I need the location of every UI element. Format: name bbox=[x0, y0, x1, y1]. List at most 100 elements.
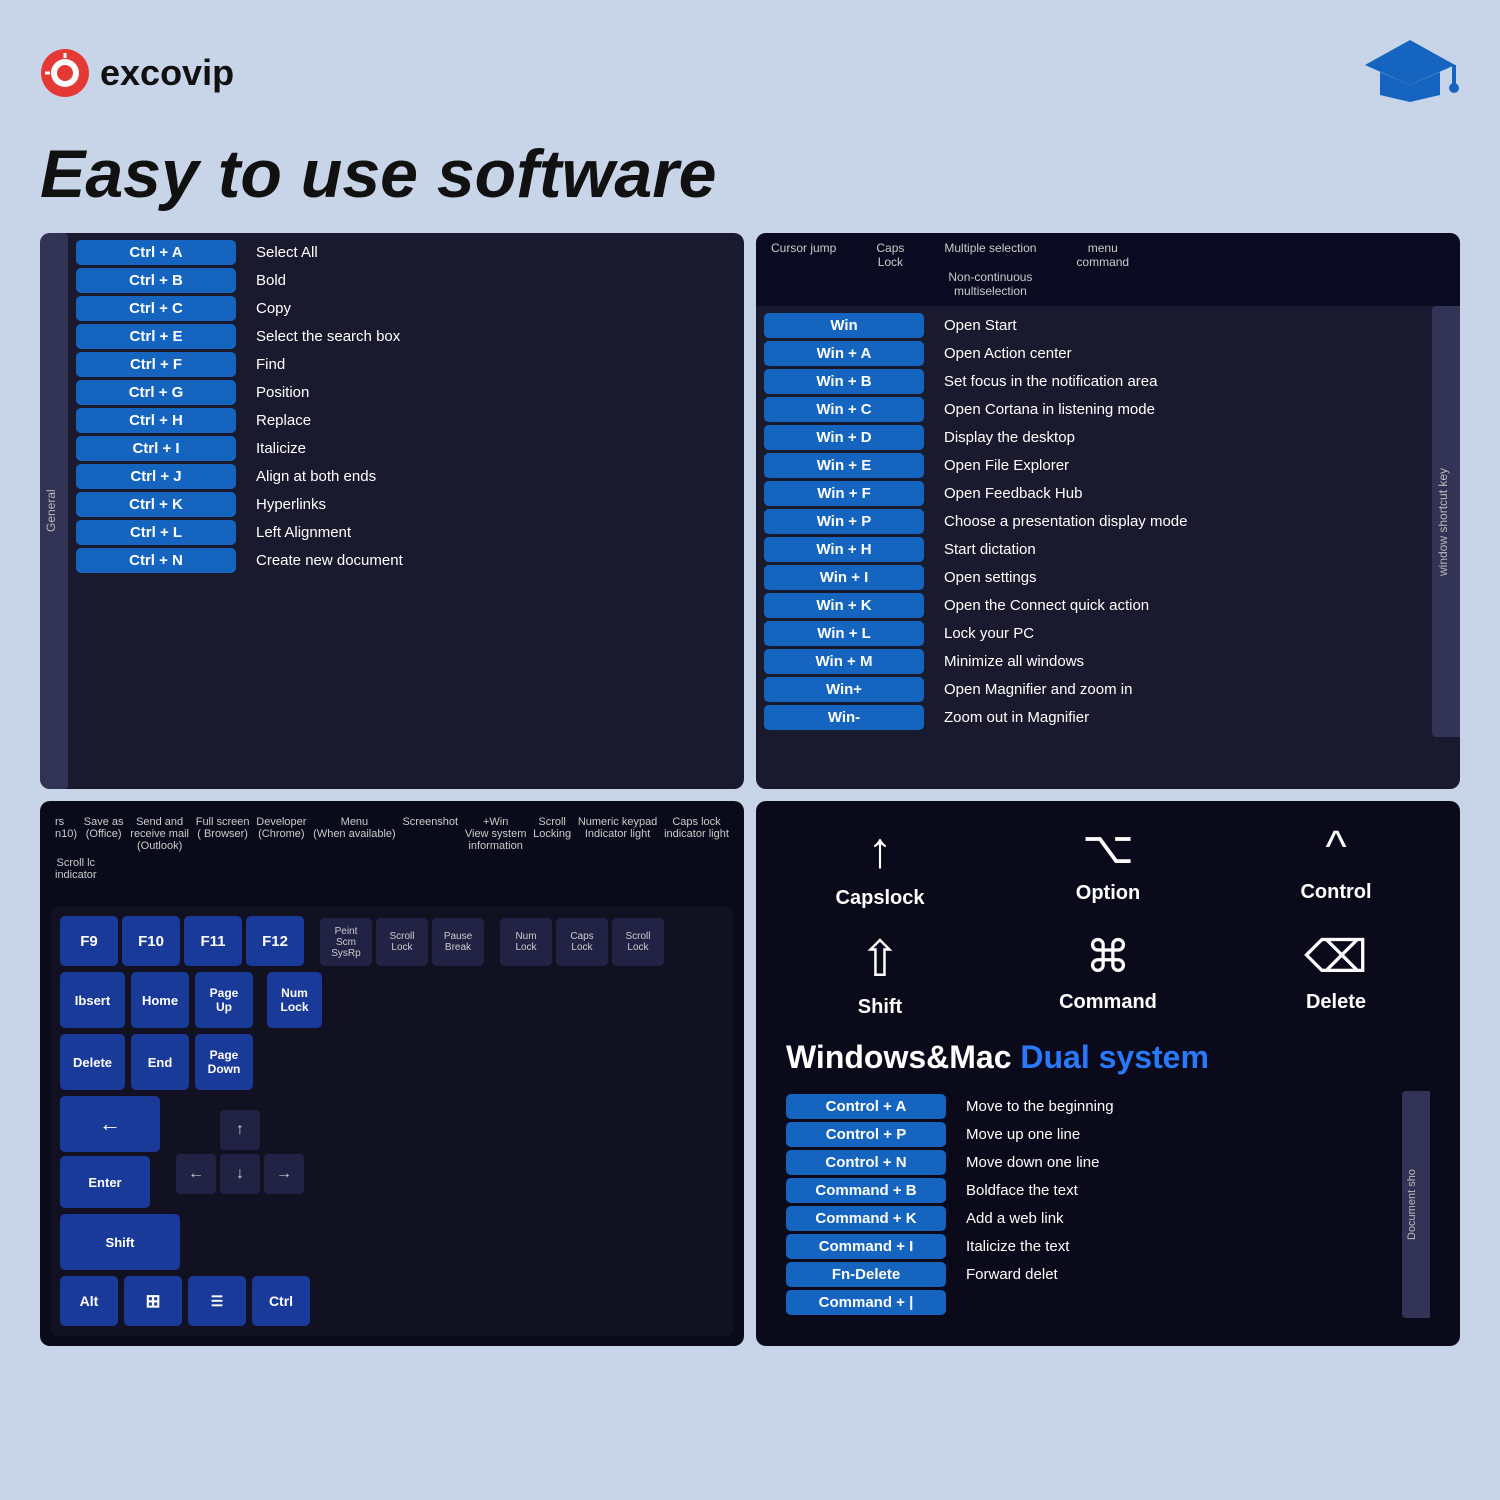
bottom-row: Shift bbox=[60, 1214, 724, 1270]
doc-shortcuts-inner: Control + AMove to the beginning Control… bbox=[786, 1091, 1430, 1318]
key-scroll-lock-kb[interactable]: ScrollLock bbox=[612, 918, 664, 966]
key-pause-break[interactable]: PauseBreak bbox=[432, 918, 484, 966]
win-section-label: window shortcut key bbox=[1432, 306, 1460, 737]
logo-text: excovip bbox=[100, 52, 234, 94]
mac-keys-grid: ↑ Capslock ⌥ Option ^ Control ⇧ Shift ⌘ bbox=[786, 821, 1430, 1019]
key-delete[interactable]: Delete bbox=[60, 1034, 125, 1090]
excovip-logo-icon bbox=[40, 48, 90, 98]
key-pnt-scm-sysrp[interactable]: PeintScmSysRp bbox=[320, 918, 372, 966]
key-enter[interactable]: Enter bbox=[60, 1156, 150, 1208]
header: excovip bbox=[20, 20, 1480, 125]
win-info-bar: Cursor jump Caps Lock Multiple selection… bbox=[756, 233, 1460, 306]
key-f9[interactable]: F9 bbox=[60, 916, 118, 966]
shortcut-command-i: Command + IItalicize the text bbox=[786, 1234, 1402, 1259]
key-shift[interactable]: Shift bbox=[60, 1214, 180, 1270]
key-page-down[interactable]: PageDown bbox=[195, 1034, 253, 1090]
label-numpad-indicator: Numeric keypadIndicator light bbox=[578, 816, 657, 852]
general-rows: Ctrl + ASelect All Ctrl + BBold Ctrl + C… bbox=[68, 233, 744, 789]
shortcut-ctrl-h: Ctrl + HReplace bbox=[76, 408, 736, 433]
shortcut-win-h: Win + HStart dictation bbox=[764, 537, 1424, 562]
key-home[interactable]: Home bbox=[131, 972, 189, 1028]
shift-label: Shift bbox=[858, 996, 902, 1019]
label-win-info: +WinView systeminformation bbox=[465, 816, 527, 852]
nav-row-1: Ibsert Home PageUp NumLock bbox=[60, 972, 724, 1028]
label-caps-indicator: Caps lockindicator light bbox=[664, 816, 729, 852]
mac-delete-item: ⌫ Delete bbox=[1242, 930, 1430, 1019]
arrow-nav-row: ← Enter ↑ ← ↓ → bbox=[60, 1096, 724, 1208]
mac-command-item: ⌘ Command bbox=[1014, 930, 1202, 1019]
shortcut-win-e: Win + EOpen File Explorer bbox=[764, 453, 1424, 478]
capslock-label: Capslock bbox=[836, 887, 925, 910]
shortcut-win-k: Win + KOpen the Connect quick action bbox=[764, 593, 1424, 618]
shortcut-win-l: Win + LLock your PC bbox=[764, 621, 1424, 646]
fkey-group: F9 F10 F11 F12 bbox=[60, 916, 304, 966]
main-title: Easy to use software bbox=[40, 135, 1460, 213]
key-win-bottom[interactable]: ⊞ bbox=[124, 1276, 182, 1326]
key-f10[interactable]: F10 bbox=[122, 916, 180, 966]
shortcut-ctrl-j: Ctrl + JAlign at both ends bbox=[76, 464, 736, 489]
shortcut-win-i: Win + IOpen settings bbox=[764, 565, 1424, 590]
label-menu: Menu(When available) bbox=[313, 816, 396, 852]
key-down[interactable]: ↓ bbox=[220, 1154, 260, 1194]
keyboard-panel: rs n10) Save as(Office) Send andreceive … bbox=[40, 801, 744, 1346]
shortcut-control-a: Control + AMove to the beginning bbox=[786, 1094, 1402, 1119]
shortcut-win-p: Win + PChoose a presentation display mod… bbox=[764, 509, 1424, 534]
key-num-lock[interactable]: NumLock bbox=[500, 918, 552, 966]
shortcut-command-pipe: Command + | bbox=[786, 1290, 1402, 1315]
general-system-panel: General Ctrl + ASelect All Ctrl + BBold … bbox=[40, 233, 744, 789]
shortcut-ctrl-k: Ctrl + KHyperlinks bbox=[76, 492, 736, 517]
keyboard-visual: F9 F10 F11 F12 PeintScmSysRp ScrollLock … bbox=[50, 906, 734, 1336]
delete-label: Delete bbox=[1306, 991, 1366, 1014]
doc-section-label: Document sho bbox=[1402, 1091, 1430, 1318]
key-up[interactable]: ↑ bbox=[220, 1110, 260, 1150]
shortcut-command-b: Command + BBoldface the text bbox=[786, 1178, 1402, 1203]
key-ctrl-bottom[interactable]: Ctrl bbox=[252, 1276, 310, 1326]
shortcut-ctrl-f: Ctrl + FFind bbox=[76, 352, 736, 377]
bottom-modifier-row: Alt ⊞ ☰ Ctrl bbox=[60, 1276, 724, 1326]
command-symbol: ⌘ bbox=[1086, 930, 1131, 983]
shortcut-win-minus: Win-Zoom out in Magnifier bbox=[764, 705, 1424, 730]
win-shortcuts-rows: WinOpen Start Win + AOpen Action center … bbox=[756, 306, 1432, 737]
shortcut-ctrl-b: Ctrl + BBold bbox=[76, 268, 736, 293]
key-alt[interactable]: Alt bbox=[60, 1276, 118, 1326]
label-scroll-indicator: Scroll lcindicator bbox=[55, 857, 97, 881]
key-ibsert[interactable]: Ibsert bbox=[60, 972, 125, 1028]
shortcut-win-d: Win + DDisplay the desktop bbox=[764, 425, 1424, 450]
nav-row-2: Delete End PageDown bbox=[60, 1034, 724, 1090]
key-f11[interactable]: F11 bbox=[184, 916, 242, 966]
general-label: General bbox=[40, 233, 68, 789]
key-caps-lock-kb[interactable]: CapsLock bbox=[556, 918, 608, 966]
option-label: Option bbox=[1076, 882, 1140, 905]
label-scroll-lock: ScrollLocking bbox=[533, 816, 571, 852]
control-symbol: ^ bbox=[1325, 821, 1346, 873]
shortcut-ctrl-l: Ctrl + LLeft Alignment bbox=[76, 520, 736, 545]
key-end[interactable]: End bbox=[131, 1034, 189, 1090]
shortcut-ctrl-c: Ctrl + CCopy bbox=[76, 296, 736, 321]
menu-command-group: menu command bbox=[1076, 241, 1129, 298]
key-menu-bottom[interactable]: ☰ bbox=[188, 1276, 246, 1326]
doc-table-area: Control + AMove to the beginning Control… bbox=[786, 1091, 1402, 1318]
mac-option-item: ⌥ Option bbox=[1014, 821, 1202, 910]
page-container: excovip Easy to use software General Ctr… bbox=[20, 20, 1480, 1346]
up-arrow-row: ↑ bbox=[176, 1110, 304, 1150]
key-left-arrow[interactable]: ← bbox=[60, 1096, 160, 1152]
mac-part: Dual system bbox=[1020, 1039, 1209, 1075]
key-scroll-lock[interactable]: ScrollLock bbox=[376, 918, 428, 966]
key-page-up[interactable]: PageUp bbox=[195, 972, 253, 1028]
special-keys-group: PeintScmSysRp ScrollLock PauseBreak bbox=[320, 918, 484, 966]
key-right[interactable]: → bbox=[264, 1154, 304, 1194]
windows-part: Windows&Mac bbox=[786, 1039, 1020, 1075]
shortcut-ctrl-a: Ctrl + ASelect All bbox=[76, 240, 736, 265]
shortcut-command-k: Command + KAdd a web link bbox=[786, 1206, 1402, 1231]
shortcut-win-m: Win + MMinimize all windows bbox=[764, 649, 1424, 674]
key-f12[interactable]: F12 bbox=[246, 916, 304, 966]
shortcut-ctrl-g: Ctrl + GPosition bbox=[76, 380, 736, 405]
key-left[interactable]: ← bbox=[176, 1154, 216, 1194]
shortcut-win-a: Win + AOpen Action center bbox=[764, 341, 1424, 366]
windows-shortcuts-panel: Cursor jump Caps Lock Multiple selection… bbox=[756, 233, 1460, 789]
multiple-selection-group: Multiple selection Non-continuous multis… bbox=[944, 241, 1036, 298]
fkey-row: F9 F10 F11 F12 PeintScmSysRp ScrollLock … bbox=[60, 916, 724, 966]
big-arrow-area: ← Enter bbox=[60, 1096, 160, 1208]
content-grid: General Ctrl + ASelect All Ctrl + BBold … bbox=[20, 233, 1480, 1346]
key-num-lock-2[interactable]: NumLock bbox=[267, 972, 322, 1028]
